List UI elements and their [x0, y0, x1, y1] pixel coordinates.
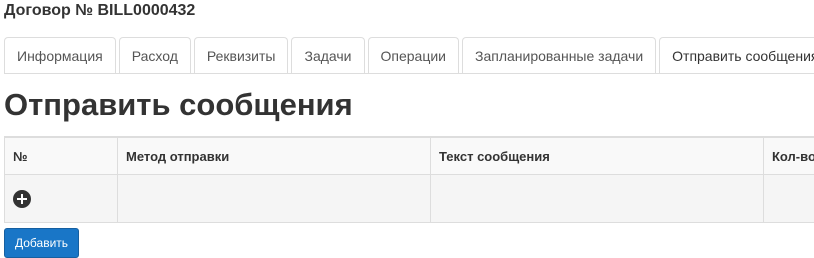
plus-circle-icon[interactable]	[13, 189, 31, 208]
tab-requisites[interactable]: Реквизиты	[193, 37, 289, 74]
tab-scheduled-tasks[interactable]: Запланированные задачи	[462, 37, 657, 74]
contract-title: Договор № BILL0000432	[4, 2, 196, 19]
table-cell-quantity[interactable]	[763, 174, 814, 223]
messages-table: № Метод отправки Текст сообщения Кол-во	[4, 136, 814, 223]
tab-send-messages[interactable]: Отправить сообщения	[659, 37, 814, 74]
table-cell-number	[4, 174, 118, 223]
page-title: Отправить сообщения	[4, 87, 353, 122]
column-header-quantity: Кол-во	[763, 136, 814, 175]
table-header-row: № Метод отправки Текст сообщения Кол-во	[4, 136, 814, 175]
page-root: Договор № BILL0000432 Информация Расход …	[0, 0, 814, 258]
column-header-send-method: Метод отправки	[117, 136, 431, 175]
table-row	[4, 174, 814, 223]
table-cell-send-method[interactable]	[117, 174, 431, 223]
add-button[interactable]: Добавить	[4, 228, 80, 258]
column-header-number: №	[4, 136, 118, 175]
column-header-message-text: Текст сообщения	[430, 136, 764, 175]
table-cell-message-text[interactable]	[430, 174, 764, 223]
tab-information[interactable]: Информация	[4, 37, 116, 74]
tab-tasks[interactable]: Задачи	[291, 37, 365, 74]
tab-operations[interactable]: Операции	[367, 37, 459, 74]
tab-expense[interactable]: Расход	[118, 37, 191, 74]
tabs-divider	[4, 73, 814, 74]
tab-bar: Информация Расход Реквизиты Задачи Опера…	[4, 37, 814, 74]
